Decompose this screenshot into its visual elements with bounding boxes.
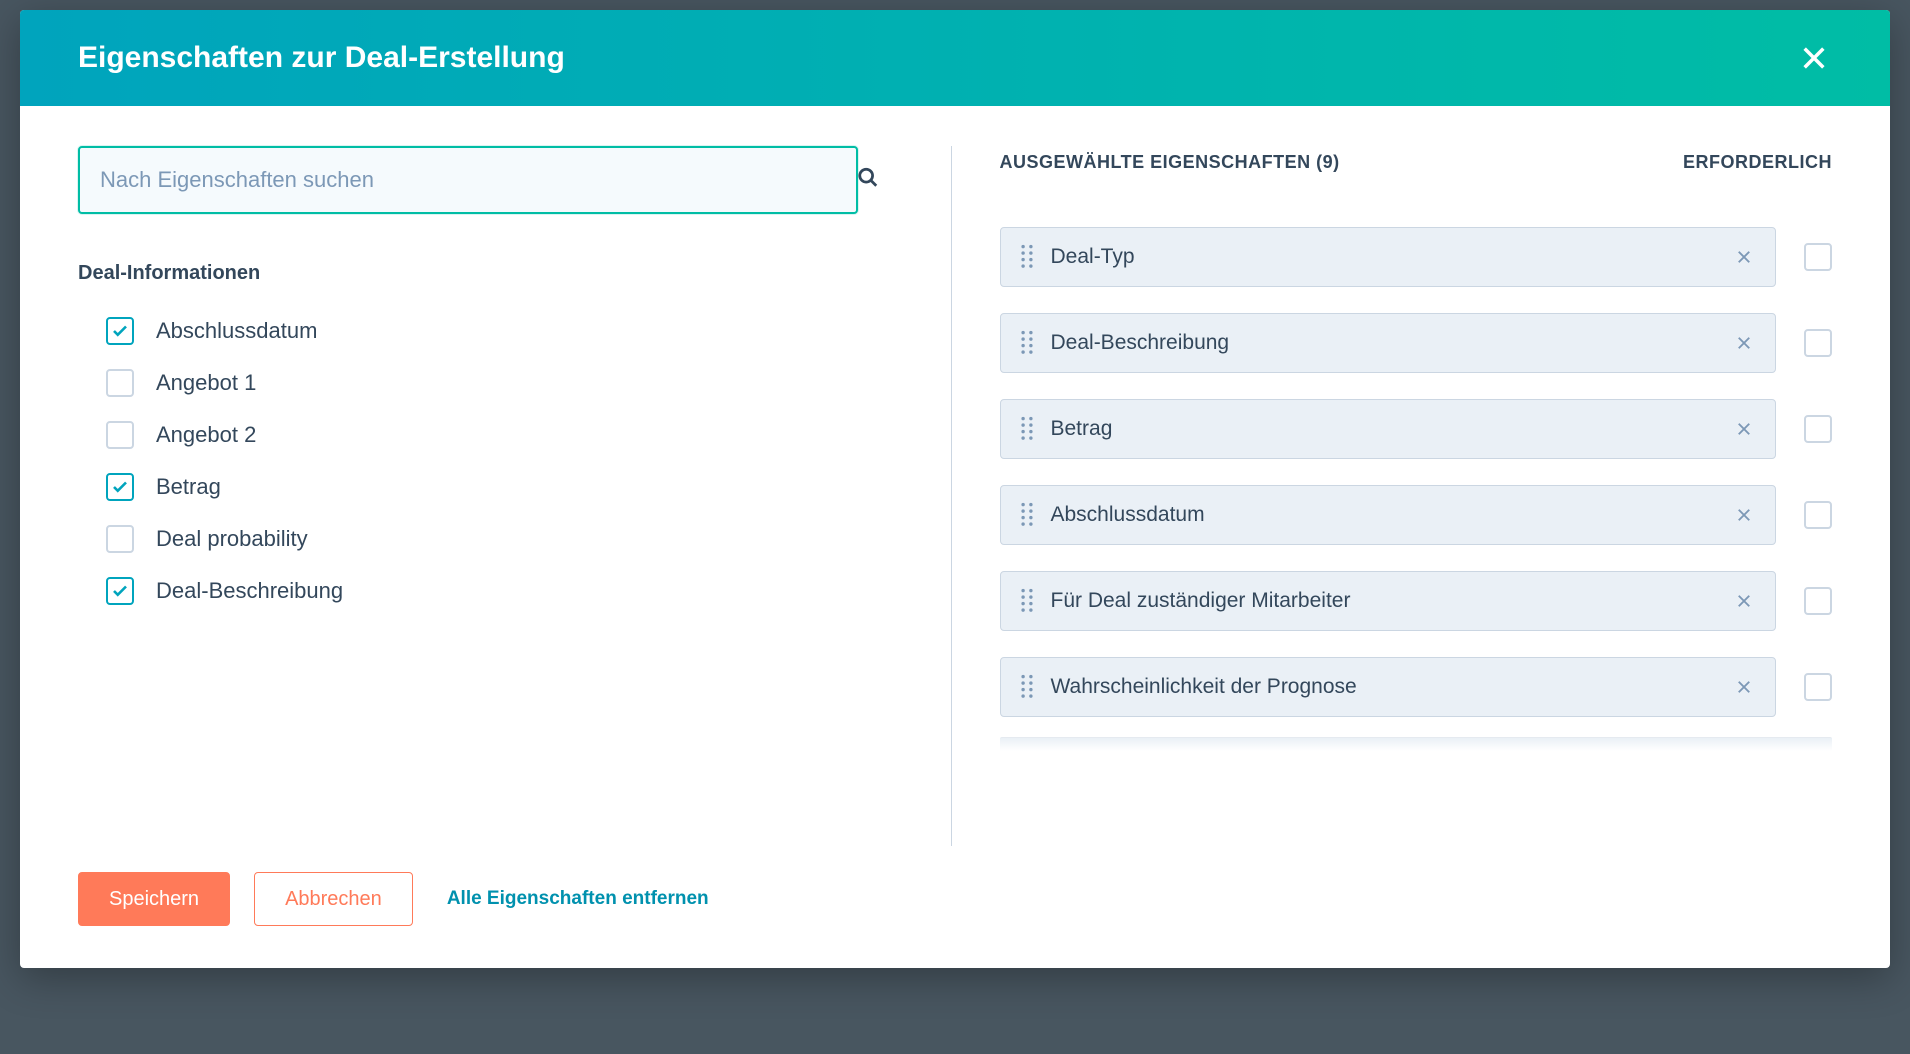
property-label: Deal probability [156, 526, 308, 552]
scroll-indicator [1000, 737, 1833, 751]
property-item: Betrag [78, 461, 911, 513]
remove-all-link[interactable]: Alle Eigenschaften entfernen [447, 888, 709, 910]
selected-item[interactable]: Abschlussdatum [1000, 485, 1777, 545]
property-list: Abschlussdatum Angebot 1 Angebot 2 Betrag De… [78, 305, 911, 617]
required-checkbox[interactable] [1804, 673, 1832, 701]
selected-item[interactable]: Deal-Typ [1000, 227, 1777, 287]
search-wrap [78, 146, 911, 214]
property-item: Deal-Beschreibung [78, 565, 911, 617]
property-label: Angebot 1 [156, 370, 256, 396]
property-label: Angebot 2 [156, 422, 256, 448]
cancel-button[interactable]: Abbrechen [254, 872, 413, 926]
selected-item[interactable]: Wahrscheinlichkeit der Prognose [1000, 657, 1777, 717]
selected-item-label: Für Deal zuständiger Mitarbeiter [1051, 589, 1732, 613]
drag-handle-icon[interactable] [1019, 244, 1035, 270]
required-checkbox[interactable] [1804, 329, 1832, 357]
property-checkbox[interactable] [106, 317, 134, 345]
selected-item[interactable]: Für Deal zuständiger Mitarbeiter [1000, 571, 1777, 631]
selected-item-label: Deal-Beschreibung [1051, 331, 1732, 355]
remove-item-button[interactable] [1731, 502, 1757, 528]
property-checkbox[interactable] [106, 577, 134, 605]
selected-count-label: AUSGEWÄHLTE EIGENSCHAFTEN (9) [1000, 152, 1340, 173]
remove-item-button[interactable] [1731, 674, 1757, 700]
property-checkbox[interactable] [106, 525, 134, 553]
selected-row: Deal-Typ [1000, 227, 1833, 287]
property-item: Angebot 2 [78, 409, 911, 461]
close-button[interactable] [1796, 40, 1832, 76]
selected-list: Deal-Typ Deal-Beschreibung Betrag Abschluss… [1000, 227, 1833, 717]
property-item: Angebot 1 [78, 357, 911, 409]
selected-row: Abschlussdatum [1000, 485, 1833, 545]
property-label: Abschlussdatum [156, 318, 317, 344]
drag-handle-icon[interactable] [1019, 416, 1035, 442]
left-panel: Deal-Informationen Abschlussdatum Angebot… [20, 146, 952, 846]
remove-item-button[interactable] [1731, 588, 1757, 614]
selected-row: Wahrscheinlichkeit der Prognose [1000, 657, 1833, 717]
selected-item-label: Abschlussdatum [1051, 503, 1732, 527]
search-icon [857, 167, 879, 194]
drag-handle-icon[interactable] [1019, 588, 1035, 614]
drag-handle-icon[interactable] [1019, 330, 1035, 356]
selected-row: Deal-Beschreibung [1000, 313, 1833, 373]
remove-item-button[interactable] [1731, 416, 1757, 442]
remove-item-button[interactable] [1731, 244, 1757, 270]
drag-handle-icon[interactable] [1019, 502, 1035, 528]
selected-row: Für Deal zuständiger Mitarbeiter [1000, 571, 1833, 631]
modal-footer: Speichern Abbrechen Alle Eigenschaften e… [20, 846, 1890, 968]
search-input[interactable] [78, 146, 858, 214]
property-item: Abschlussdatum [78, 305, 911, 357]
right-header: AUSGEWÄHLTE EIGENSCHAFTEN (9) ERFORDERLI… [1000, 146, 1833, 173]
modal-header: Eigenschaften zur Deal-Erstellung [20, 10, 1890, 106]
property-item: Deal probability [78, 513, 911, 565]
required-checkbox[interactable] [1804, 415, 1832, 443]
property-checkbox[interactable] [106, 473, 134, 501]
property-checkbox[interactable] [106, 421, 134, 449]
drag-handle-icon[interactable] [1019, 674, 1035, 700]
required-checkbox[interactable] [1804, 501, 1832, 529]
property-checkbox[interactable] [106, 369, 134, 397]
close-icon [1800, 44, 1828, 72]
right-panel: AUSGEWÄHLTE EIGENSCHAFTEN (9) ERFORDERLI… [952, 146, 1891, 846]
save-button[interactable]: Speichern [78, 872, 230, 926]
selected-row: Betrag [1000, 399, 1833, 459]
required-checkbox[interactable] [1804, 243, 1832, 271]
selected-item-label: Betrag [1051, 417, 1732, 441]
modal: Eigenschaften zur Deal-Erstellung Deal-I… [20, 10, 1890, 968]
selected-item[interactable]: Deal-Beschreibung [1000, 313, 1777, 373]
property-label: Deal-Beschreibung [156, 578, 343, 604]
modal-title: Eigenschaften zur Deal-Erstellung [78, 41, 565, 75]
required-column-label: ERFORDERLICH [1683, 152, 1832, 173]
selected-item-label: Deal-Typ [1051, 245, 1732, 269]
selected-item-label: Wahrscheinlichkeit der Prognose [1051, 675, 1732, 699]
property-label: Betrag [156, 474, 221, 500]
modal-body: Deal-Informationen Abschlussdatum Angebot… [20, 106, 1890, 846]
remove-item-button[interactable] [1731, 330, 1757, 356]
required-checkbox[interactable] [1804, 587, 1832, 615]
section-title: Deal-Informationen [78, 262, 911, 285]
selected-item[interactable]: Betrag [1000, 399, 1777, 459]
